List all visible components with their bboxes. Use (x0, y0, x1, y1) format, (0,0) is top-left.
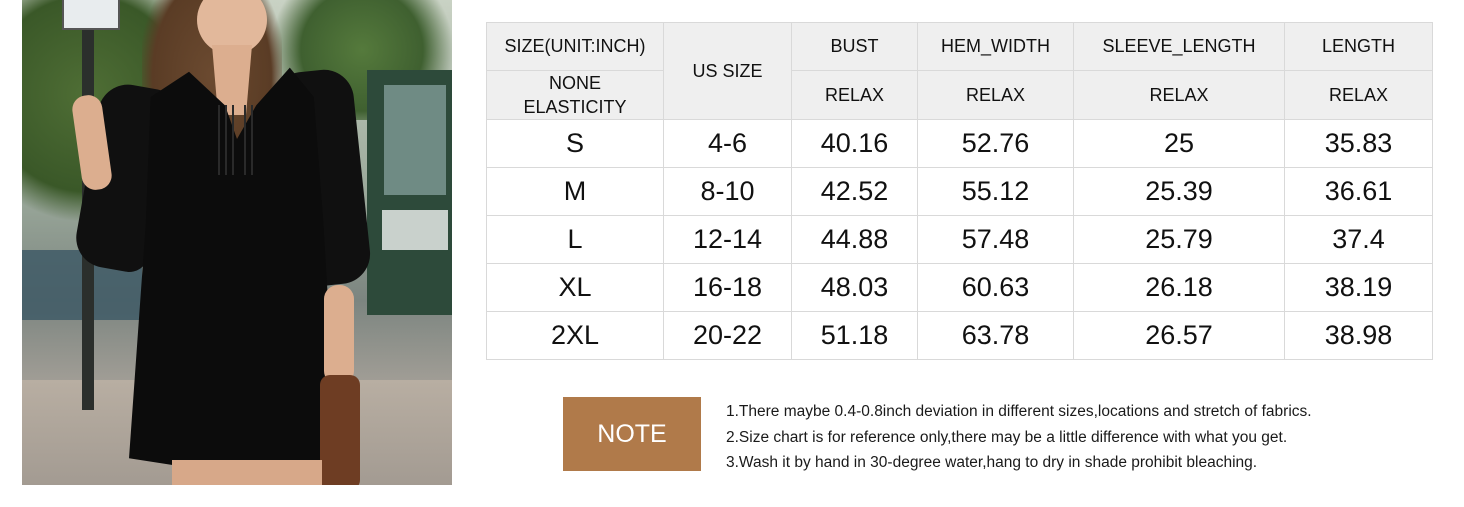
bust-cell: 48.03 (791, 263, 918, 312)
hem-width-cell: 52.76 (917, 119, 1074, 168)
dress-pleat (225, 105, 227, 175)
background-shop-sign (382, 210, 448, 250)
us-size-header: US SIZE (663, 22, 792, 120)
sleeve-length-cell: 25.39 (1073, 167, 1285, 216)
sleeve-fit-header: RELAX (1073, 70, 1285, 120)
product-photo (22, 0, 452, 485)
header-row: SIZE(UNIT:INCH) US SIZE BUST HEM_WIDTH S… (486, 22, 1433, 120)
sleeve-length-cell: 25.79 (1073, 215, 1285, 264)
sleeve-length-cell: 26.57 (1073, 311, 1285, 360)
table-row: L 12-14 44.88 57.48 25.79 37.4 (486, 215, 1433, 264)
length-cell: 37.4 (1284, 215, 1433, 264)
size-unit-header: SIZE(UNIT:INCH) (486, 22, 664, 71)
dress-pleat (251, 105, 253, 175)
size-cell: M (486, 167, 664, 216)
table-row: M 8-10 42.52 55.12 25.39 36.61 (486, 167, 1433, 216)
bust-cell: 44.88 (791, 215, 918, 264)
length-cell: 38.98 (1284, 311, 1433, 360)
size-cell: 2XL (486, 311, 664, 360)
dress-pleat (244, 105, 246, 175)
us-size-cell: 8-10 (663, 167, 792, 216)
subheader-row: NONE ELASTICITY RELAX RELAX RELAX RELAX (486, 70, 1433, 120)
street-sign (62, 0, 120, 30)
length-cell: 38.19 (1284, 263, 1433, 312)
us-size-cell: 16-18 (663, 263, 792, 312)
size-cell: L (486, 215, 664, 264)
dress-pleat (218, 105, 220, 175)
note-line: 2.Size chart is for reference only,there… (726, 428, 1288, 446)
handbag (320, 375, 360, 485)
sleeve-length-cell: 26.18 (1073, 263, 1285, 312)
length-cell: 35.83 (1284, 119, 1433, 168)
hem-width-header: HEM_WIDTH (917, 22, 1074, 71)
note-line: 3.Wash it by hand in 30-degree water,han… (726, 454, 1258, 471)
dress-pleat (232, 105, 234, 175)
hem-fit-header: RELAX (917, 70, 1074, 120)
hem-width-cell: 55.12 (917, 167, 1074, 216)
hem-width-cell: 60.63 (917, 263, 1074, 312)
bust-cell: 40.16 (791, 119, 918, 168)
model-legs (172, 460, 322, 485)
size-cell: S (486, 119, 664, 168)
bust-fit-header: RELAX (791, 70, 918, 120)
elasticity-header: NONE ELASTICITY (486, 70, 664, 120)
length-header: LENGTH (1284, 22, 1433, 71)
bust-header: BUST (791, 22, 918, 71)
us-size-cell: 12-14 (663, 215, 792, 264)
bust-cell: 42.52 (791, 167, 918, 216)
length-fit-header: RELAX (1284, 70, 1433, 120)
table-row: XL 16-18 48.03 60.63 26.18 38.19 (486, 263, 1433, 312)
hem-width-cell: 57.48 (917, 215, 1074, 264)
sleeve-length-cell: 25 (1073, 119, 1285, 168)
background-shop-window (384, 85, 446, 195)
note-badge: NOTE (563, 397, 701, 471)
bust-cell: 51.18 (791, 311, 918, 360)
us-size-cell: 4-6 (663, 119, 792, 168)
hem-width-cell: 63.78 (917, 311, 1074, 360)
size-chart-table: SIZE(UNIT:INCH) US SIZE BUST HEM_WIDTH S… (486, 22, 1433, 360)
table-row: S 4-6 40.16 52.76 25 35.83 (486, 119, 1433, 168)
note-line: 1.There maybe 0.4-0.8inch deviation in d… (726, 403, 1312, 420)
sleeve-length-header: SLEEVE_LENGTH (1073, 22, 1285, 71)
note-text: 1.There maybe 0.4-0.8inch deviation in d… (726, 399, 1312, 476)
us-size-cell: 20-22 (663, 311, 792, 360)
table-row: 2XL 20-22 51.18 63.78 26.57 38.98 (486, 311, 1433, 360)
length-cell: 36.61 (1284, 167, 1433, 216)
model-arm-right (324, 285, 354, 385)
size-cell: XL (486, 263, 664, 312)
